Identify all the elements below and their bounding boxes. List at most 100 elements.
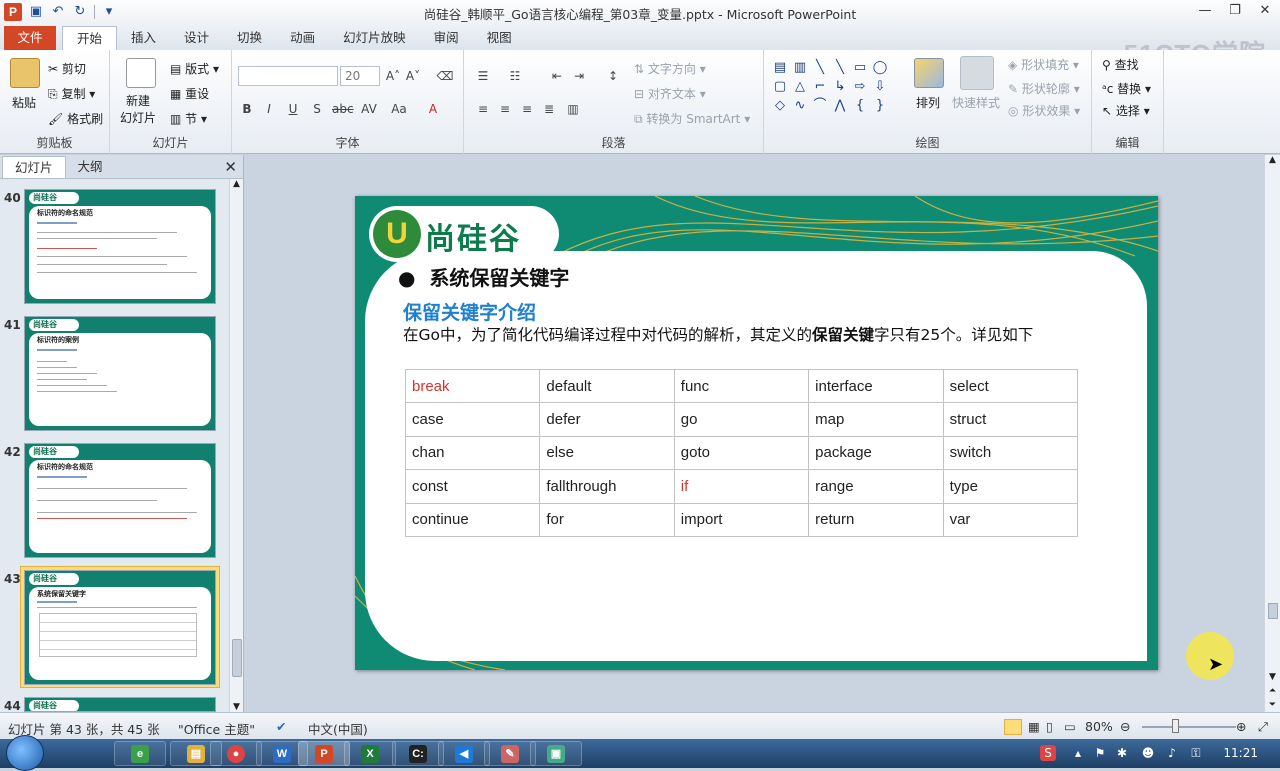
oval-shape-icon[interactable]: ◯ xyxy=(870,58,890,77)
slide-thumbnail-selected[interactable]: 尚硅谷 系统保留关键字 xyxy=(24,570,216,685)
columns-icon[interactable]: ▥ xyxy=(564,100,582,118)
table-cell[interactable]: goto xyxy=(673,435,810,471)
scroll-up-icon[interactable]: ▲ xyxy=(1265,155,1280,165)
taskbar-app-excel[interactable]: X xyxy=(344,741,396,766)
left-brace-icon[interactable]: { xyxy=(850,96,870,115)
network-icon[interactable]: ⚿ xyxy=(1188,745,1204,761)
align-left-icon[interactable]: ≡ xyxy=(474,100,492,118)
align-text-button[interactable]: ⊟ 对齐文本 ▾ xyxy=(634,85,706,102)
taskbar-app-cmd[interactable]: C: xyxy=(392,741,444,766)
tab-home[interactable]: 开始 xyxy=(62,26,118,50)
tab-design[interactable]: 设计 xyxy=(170,26,223,50)
shape-outline-button[interactable]: ✎ 形状轮廓 ▾ xyxy=(1008,80,1080,97)
table-cell[interactable]: chan xyxy=(404,435,541,471)
undo-icon[interactable]: ↶ xyxy=(50,4,66,20)
arrange-icon[interactable] xyxy=(914,58,944,88)
canvas-scroll-thumb[interactable] xyxy=(1268,603,1278,619)
taskbar-app-chrome[interactable]: ● xyxy=(210,741,262,766)
bullets-icon[interactable]: ☰ xyxy=(474,67,492,85)
align-right-icon[interactable]: ≡ xyxy=(518,100,536,118)
table-cell[interactable]: interface xyxy=(808,368,944,404)
action-center-icon[interactable]: ⚑ xyxy=(1092,745,1108,761)
table-cell[interactable]: break xyxy=(404,368,541,404)
volume-icon[interactable]: ♪ xyxy=(1164,745,1180,761)
slide-heading[interactable]: ● 系统保留关键字 xyxy=(398,262,569,291)
arrange-button[interactable]: 排列 xyxy=(916,94,940,111)
restore-button[interactable]: ❐ xyxy=(1220,0,1250,22)
thumbnail-row[interactable]: 44 尚硅谷 xyxy=(0,697,228,712)
right-brace-icon[interactable]: } xyxy=(870,96,890,115)
table-cell[interactable]: switch xyxy=(942,435,1078,471)
prev-slide-icon[interactable]: ⏶ xyxy=(1265,686,1280,696)
font-size-combo[interactable]: 20 xyxy=(340,66,380,86)
tab-insert[interactable]: 插入 xyxy=(117,26,170,50)
slide-sorter-icon[interactable]: ▦ xyxy=(1028,719,1040,734)
input-method-icon[interactable]: S xyxy=(1040,745,1056,761)
underline-icon[interactable]: U xyxy=(284,100,302,118)
start-button[interactable] xyxy=(6,735,44,771)
table-cell[interactable]: continue xyxy=(404,502,541,537)
change-case-icon[interactable]: Aa xyxy=(390,100,408,118)
bluetooth-icon[interactable]: ✱ xyxy=(1114,745,1130,761)
cut-button[interactable]: ✂ 剪切 xyxy=(48,60,86,77)
pane-scroll-thumb[interactable] xyxy=(232,639,242,677)
table-cell[interactable]: map xyxy=(808,402,944,437)
italic-icon[interactable]: I xyxy=(260,100,278,118)
tab-file[interactable]: 文件 xyxy=(4,26,56,50)
line-spacing-icon[interactable]: ↕ xyxy=(604,67,622,85)
freeform-shape-icon[interactable]: ⋀ xyxy=(830,96,850,115)
table-cell[interactable]: select xyxy=(942,368,1078,404)
shape-fill-button[interactable]: ◈ 形状填充 ▾ xyxy=(1008,56,1079,73)
slide-thumbnail[interactable]: 尚硅谷 xyxy=(24,697,216,712)
tab-view[interactable]: 视图 xyxy=(473,26,526,50)
next-slide-icon[interactable]: ⏷ xyxy=(1265,700,1280,710)
tab-transitions[interactable]: 切换 xyxy=(223,26,276,50)
find-button[interactable]: ⚲ 查找 xyxy=(1102,56,1139,73)
text-direction-button[interactable]: ⇅ 文字方向 ▾ xyxy=(634,60,706,77)
tab-slides[interactable]: 幻灯片 xyxy=(2,156,66,178)
taskbar-app-tool[interactable]: ✎ xyxy=(484,741,536,766)
table-cell[interactable]: struct xyxy=(942,402,1078,437)
table-cell[interactable]: const xyxy=(404,469,541,504)
close-button[interactable]: ✕ xyxy=(1250,0,1280,22)
slide-thumbnail[interactable]: 尚硅谷 标识符的命名规范 xyxy=(24,443,216,558)
tab-slideshow[interactable]: 幻灯片放映 xyxy=(329,26,420,50)
powerpoint-app-icon[interactable]: P xyxy=(4,3,22,21)
slide-intro-text[interactable]: 在Go中，为了简化代码编译过程中对代码的解析，其定义的保留关键字只有25个。详见… xyxy=(403,323,1033,345)
decrease-indent-icon[interactable]: ⇤ xyxy=(548,67,566,85)
table-cell[interactable]: default xyxy=(539,368,675,404)
tab-animations[interactable]: 动画 xyxy=(276,26,329,50)
slide-thumbnail[interactable]: 尚硅谷 标识符的案例 xyxy=(24,316,216,431)
font-name-combo[interactable] xyxy=(238,66,338,86)
minimize-button[interactable]: — xyxy=(1190,0,1220,22)
table-cell[interactable]: var xyxy=(942,502,1078,537)
new-slide-label-2[interactable]: 幻灯片 xyxy=(120,109,156,126)
elbow-connector-icon[interactable]: ⌐ xyxy=(810,77,830,96)
line-shape-icon[interactable]: ╲ xyxy=(830,58,850,77)
right-arrow-shape-icon[interactable]: ⇨ xyxy=(850,77,870,96)
table-cell[interactable]: type xyxy=(942,469,1078,504)
normal-view-icon[interactable] xyxy=(1004,719,1022,735)
arc-shape-icon[interactable]: ⌒ xyxy=(810,96,830,115)
bold-icon[interactable]: B xyxy=(238,100,256,118)
pane-scrollbar[interactable]: ▲ ▼ xyxy=(229,179,243,712)
reading-view-icon[interactable]: ▯ xyxy=(1046,719,1053,734)
select-button[interactable]: ↖ 选择 ▾ xyxy=(1102,102,1150,119)
textbox-shape-icon[interactable]: ▤ xyxy=(770,58,790,77)
keywords-table[interactable]: break default func interface select case… xyxy=(404,368,1078,537)
vertical-textbox-icon[interactable]: ▥ xyxy=(790,58,810,77)
redo-icon[interactable]: ↻ xyxy=(72,4,88,20)
table-cell[interactable]: go xyxy=(673,402,810,437)
triangle-shape-icon[interactable]: △ xyxy=(790,77,810,96)
section-button[interactable]: ▥ 节 ▾ xyxy=(170,110,207,127)
tab-review[interactable]: 审阅 xyxy=(420,26,473,50)
line-shape-icon[interactable]: ╲ xyxy=(810,58,830,77)
shadow-icon[interactable]: S xyxy=(308,100,326,118)
shape-effects-button[interactable]: ◎ 形状效果 ▾ xyxy=(1008,102,1080,119)
system-clock[interactable]: 11:21 xyxy=(1223,746,1258,760)
customize-qa-icon[interactable]: ▾ xyxy=(101,4,117,20)
new-slide-label-1[interactable]: 新建 xyxy=(126,92,150,109)
slideshow-view-icon[interactable]: ▭ xyxy=(1064,719,1076,734)
format-painter-button[interactable]: 🖌 格式刷 xyxy=(48,110,103,127)
taskbar-app-powerpoint[interactable]: P xyxy=(298,741,350,766)
